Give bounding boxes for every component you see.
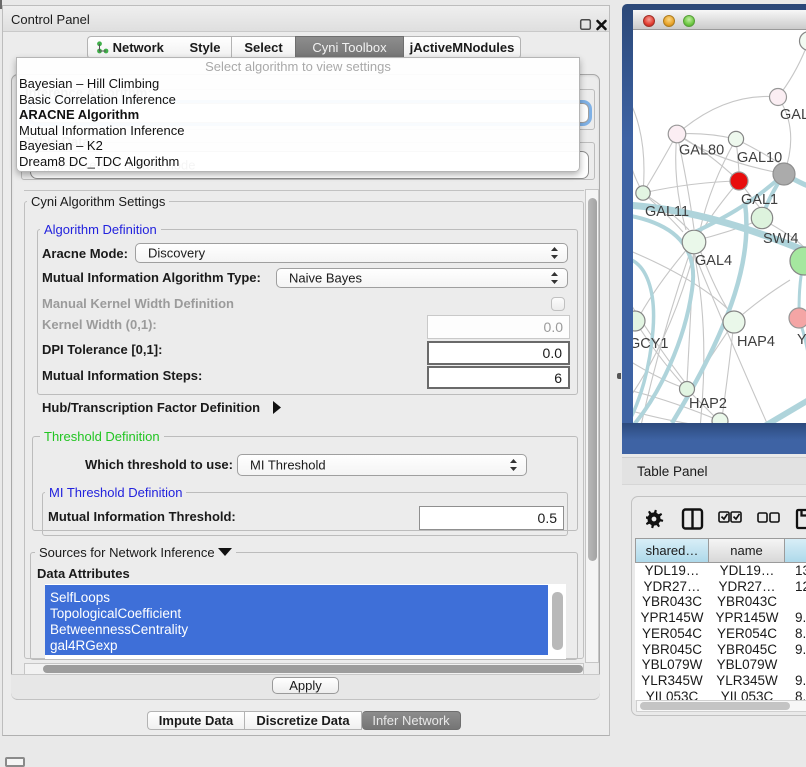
- svg-text:GAL80: GAL80: [679, 143, 724, 159]
- svg-text:GAL1: GAL1: [741, 192, 778, 208]
- svg-text:GAL11: GAL11: [645, 204, 689, 220]
- svg-text:HAP4: HAP4: [737, 334, 775, 350]
- svg-text:GAL4: GAL4: [695, 253, 732, 269]
- svg-text:Y: Y: [797, 332, 806, 348]
- svg-text:HAP2: HAP2: [689, 396, 727, 412]
- svg-text:SWI4: SWI4: [763, 231, 798, 247]
- svg-text:GAL10: GAL10: [737, 150, 782, 166]
- svg-text:GCY1: GCY1: [633, 336, 669, 352]
- svg-text:GAL: GAL: [780, 107, 806, 123]
